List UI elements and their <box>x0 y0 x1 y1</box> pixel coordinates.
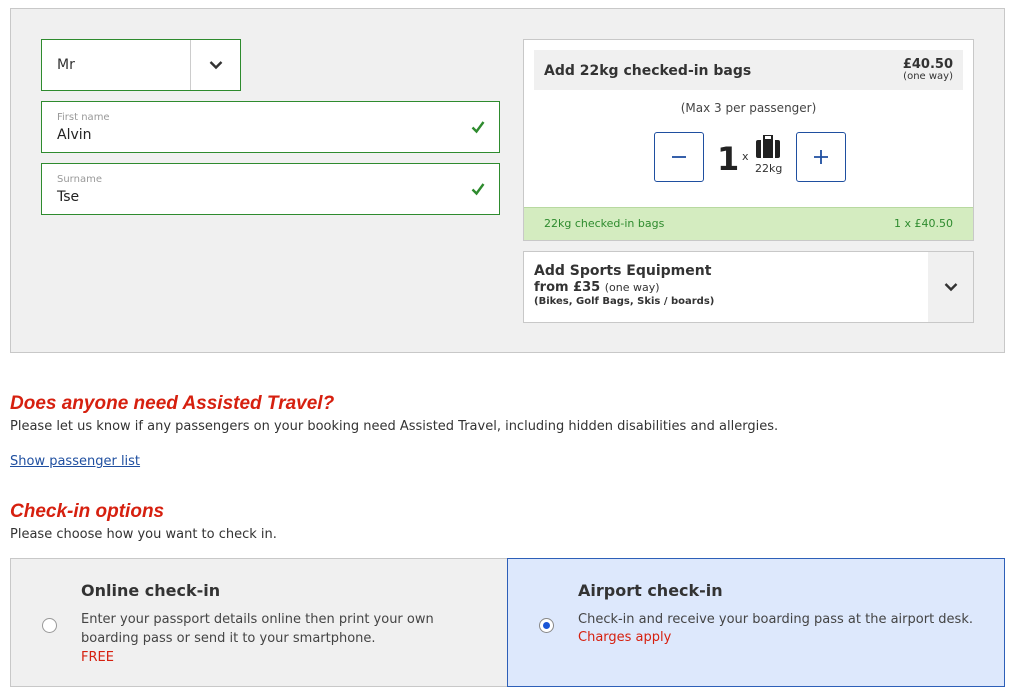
online-check-in-price: FREE <box>81 650 114 665</box>
minus-icon <box>672 156 686 158</box>
bag-weight-label: 22kg <box>755 162 783 175</box>
checked-bags-price-note: (one way) <box>903 71 953 82</box>
bag-increase-button[interactable] <box>796 132 846 182</box>
bags-summary-value: 1 x £40.50 <box>894 217 953 230</box>
airport-check-in-radio[interactable] <box>539 618 554 633</box>
sports-equipment-title: Add Sports Equipment <box>534 263 712 279</box>
sports-equipment-box[interactable]: Add Sports Equipment from £35 (one way) … <box>523 251 974 323</box>
check-icon <box>471 181 485 200</box>
surname-field[interactable]: Surname Tse <box>41 163 500 215</box>
surname-value: Tse <box>57 189 80 205</box>
bag-decrease-button[interactable] <box>654 132 704 182</box>
check-in-heading: Check-in options <box>10 501 165 522</box>
passenger-panel: Mr First name Alvin Surname Tse Add 22kg… <box>10 8 1005 353</box>
chevron-down-icon[interactable] <box>191 40 240 90</box>
bag-quantity: 1 <box>717 140 740 178</box>
title-select-value: Mr <box>57 57 75 73</box>
online-check-in-option[interactable]: Online check-in Enter your passport deta… <box>10 558 508 687</box>
airport-check-in-price: Charges apply <box>578 630 672 645</box>
assisted-travel-text: Please let us know if any passengers on … <box>10 419 779 434</box>
surname-label: Surname <box>57 174 102 185</box>
chevron-down-icon[interactable] <box>928 252 973 322</box>
online-check-in-radio[interactable] <box>42 618 57 633</box>
checked-bags-title: Add 22kg checked-in bags <box>544 63 752 79</box>
checked-bags-price: £40.50 <box>902 57 953 72</box>
airport-check-in-description: Check-in and receive your boarding pass … <box>578 612 973 627</box>
online-check-in-description: Enter your passport details online then … <box>81 612 434 646</box>
bags-max-note: (Max 3 per passenger) <box>680 101 817 115</box>
first-name-value: Alvin <box>57 127 92 143</box>
airport-check-in-option[interactable]: Airport check-in Check-in and receive yo… <box>507 558 1005 687</box>
sports-equipment-items: (Bikes, Golf Bags, Skis / boards) <box>534 296 715 307</box>
checked-bags-header: Add 22kg checked-in bags £40.50 (one way… <box>534 50 963 90</box>
bags-summary-bar: 22kg checked-in bags 1 x £40.50 <box>524 207 973 240</box>
sports-equipment-price: from £35 (one way) <box>534 280 660 295</box>
online-check-in-title: Online check-in <box>81 581 221 600</box>
check-in-text: Please choose how you want to check in. <box>10 527 277 542</box>
check-icon <box>471 119 485 138</box>
sports-from-price: from £35 <box>534 280 601 295</box>
airport-check-in-title: Airport check-in <box>578 581 723 600</box>
title-select[interactable]: Mr <box>41 39 241 91</box>
assisted-travel-heading: Does anyone need Assisted Travel? <box>10 393 335 414</box>
bag-times-symbol: x <box>742 150 749 163</box>
sports-price-note: (one way) <box>604 281 660 294</box>
bags-summary-label: 22kg checked-in bags <box>544 217 665 230</box>
first-name-label: First name <box>57 112 110 123</box>
show-passenger-list-link[interactable]: Show passenger list <box>10 454 140 469</box>
first-name-field[interactable]: First name Alvin <box>41 101 500 153</box>
suitcase-icon <box>755 134 781 163</box>
plus-icon <box>814 150 828 164</box>
checked-bags-box: Add 22kg checked-in bags £40.50 (one way… <box>523 39 974 241</box>
